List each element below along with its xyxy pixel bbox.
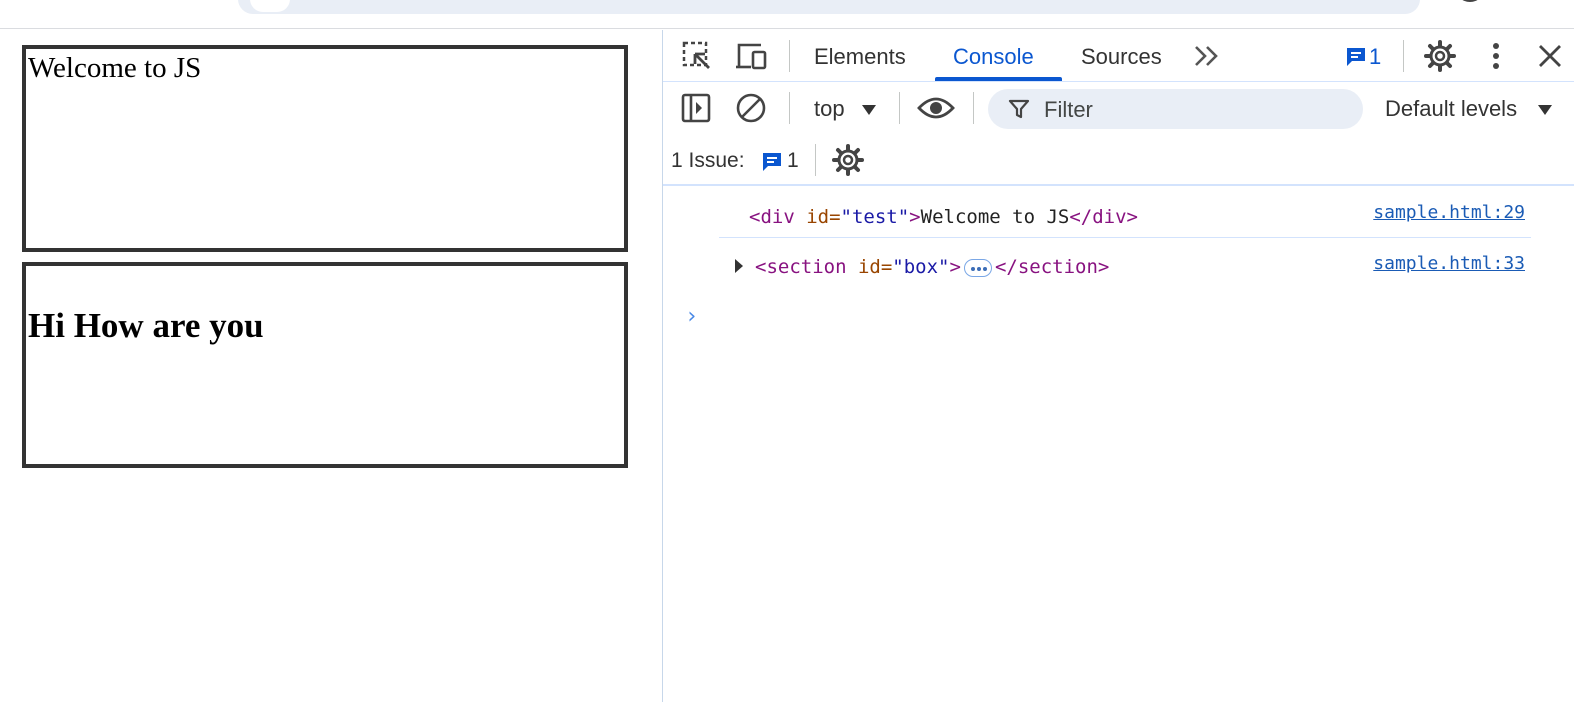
tag-open: <div (749, 206, 795, 228)
filter-icon (1008, 99, 1030, 119)
dropdown-caret-icon[interactable] (1537, 104, 1553, 116)
expand-triangle-icon[interactable] (735, 259, 743, 273)
tab-elements[interactable]: Elements (814, 44, 906, 70)
tab-sources[interactable]: Sources (1081, 44, 1162, 70)
message-code[interactable]: <div id="test">Welcome to JS</div> (749, 206, 1138, 228)
console-output: <div id="test">Welcome to JS</div> sampl… (663, 188, 1574, 702)
source-link[interactable]: sample.html:33 (1373, 253, 1525, 274)
tag-close: </section> (994, 256, 1110, 278)
console-message: <div id="test">Welcome to JS</div> sampl… (719, 188, 1531, 238)
box-section: Hi How are you (22, 262, 628, 468)
test-div-box: Welcome to JS (22, 45, 628, 252)
tag-bracket: > (949, 256, 961, 278)
profile-icon[interactable] (1455, 0, 1485, 2)
toolbar-divider (815, 144, 816, 176)
address-bar[interactable] (238, 0, 1420, 14)
issues-icon[interactable] (761, 151, 783, 173)
sidebar-toggle-icon[interactable] (681, 93, 711, 123)
tag-close: </div> (1069, 206, 1138, 228)
device-toggle-icon[interactable] (735, 40, 771, 72)
kebab-menu-icon[interactable] (1485, 40, 1507, 72)
issues-icon[interactable] (1345, 46, 1367, 68)
welcome-text: Welcome to JS (28, 52, 202, 84)
console-toolbar: top Default levels (663, 82, 1574, 134)
tag-bracket: > (909, 206, 921, 228)
browser-top-bar (0, 0, 1574, 29)
inspect-element-icon[interactable] (681, 40, 713, 72)
issues-count[interactable]: 1 (787, 149, 799, 173)
greeting-heading: Hi How are you (28, 306, 264, 345)
issues-label[interactable]: 1 Issue: (671, 149, 745, 173)
attr-value: "test" (840, 206, 910, 228)
element-text: Welcome to JS (920, 206, 1070, 228)
console-message: <section id="box"> </section> sample.html… (719, 239, 1531, 289)
clear-console-icon[interactable] (735, 92, 767, 124)
settings-icon[interactable] (1423, 39, 1457, 73)
more-tabs-icon[interactable] (1193, 44, 1221, 68)
attr-value: "box" (892, 256, 950, 278)
filter-box[interactable] (988, 89, 1363, 129)
message-code[interactable]: <section id="box"> </section> (755, 256, 1109, 278)
close-icon[interactable] (1537, 43, 1563, 69)
context-selector[interactable]: top (814, 96, 845, 122)
devtools-panel: Elements Console Sources 1 top Filter De… (662, 30, 1574, 702)
toolbar-divider (789, 92, 790, 124)
toolbar-divider (789, 40, 790, 72)
attr-name: id= (846, 256, 893, 278)
eye-icon[interactable] (917, 94, 955, 122)
filter-input[interactable] (1044, 97, 1344, 123)
source-link[interactable]: sample.html:29 (1373, 202, 1525, 223)
log-levels-selector[interactable]: Default levels (1385, 96, 1517, 122)
collapsed-content-icon[interactable] (963, 258, 992, 277)
devtools-tab-bar: Elements Console Sources 1 (663, 30, 1574, 82)
toolbar-divider (1403, 40, 1404, 72)
settings-icon[interactable] (831, 143, 865, 177)
tab-console[interactable]: Console (953, 44, 1034, 70)
active-tab-indicator (935, 77, 1062, 81)
dropdown-caret-icon[interactable] (861, 104, 877, 116)
issues-bar: 1 Issue: 1 (663, 134, 1574, 186)
issues-badge-count[interactable]: 1 (1369, 44, 1381, 70)
toolbar-divider (899, 92, 900, 124)
console-prompt-icon[interactable]: › (685, 304, 698, 329)
attr-name: id= (794, 206, 841, 228)
web-page-viewport: Welcome to JS Hi How are you (0, 30, 663, 702)
toolbar-divider (973, 92, 974, 124)
tag-open: <section (755, 256, 847, 278)
